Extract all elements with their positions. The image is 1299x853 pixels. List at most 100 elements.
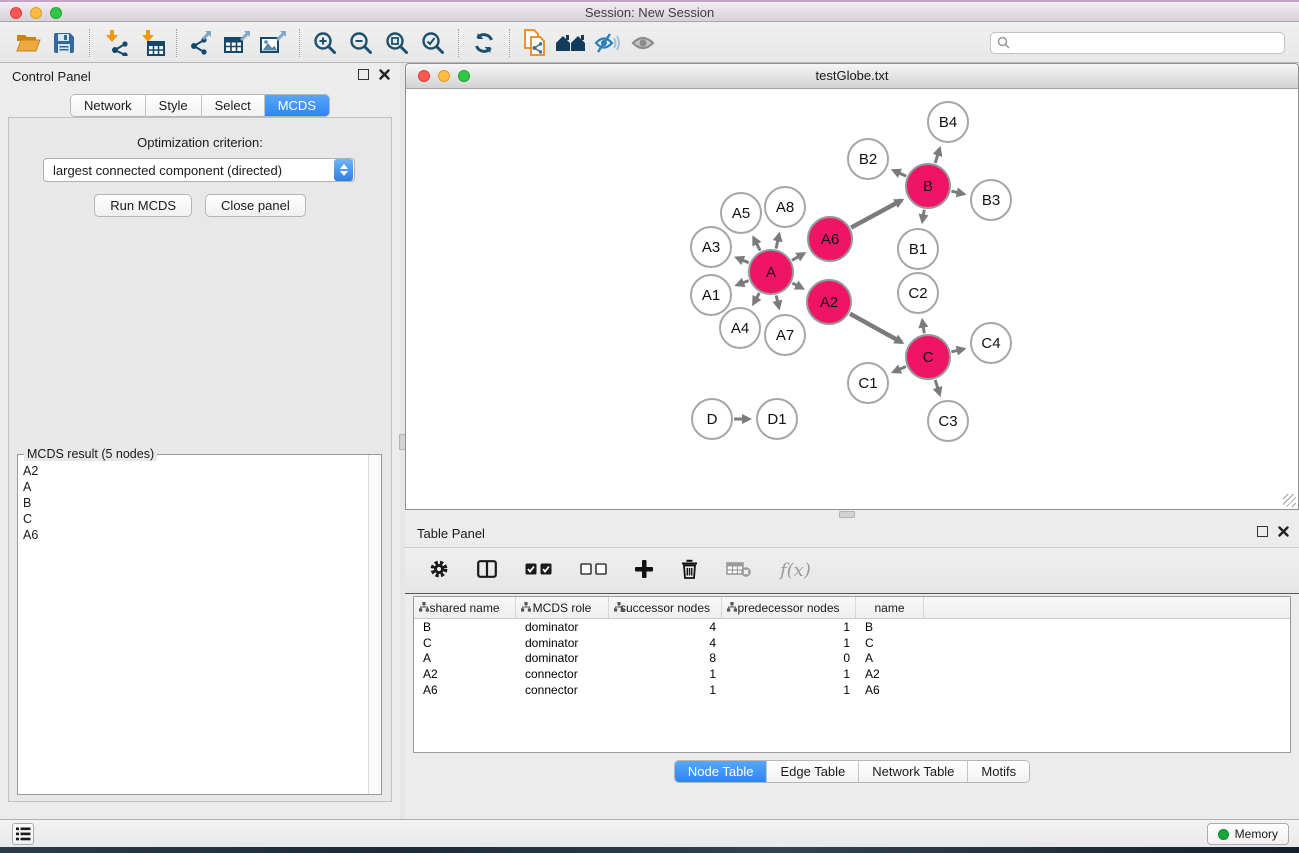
- table-cell[interactable]: 4: [609, 636, 722, 650]
- graph-edge-C-C4[interactable]: [951, 349, 963, 352]
- table-cell[interactable]: 1: [722, 636, 856, 650]
- import-table-button[interactable]: [133, 26, 169, 60]
- graph-edge-B-B3[interactable]: [951, 191, 963, 194]
- export-network-button[interactable]: [184, 26, 220, 60]
- add-column-button[interactable]: [635, 560, 653, 581]
- search-input[interactable]: [1015, 36, 1278, 50]
- graph-edge-B-B4[interactable]: [935, 149, 939, 163]
- table-cell[interactable]: C: [856, 636, 924, 650]
- graph-node-A[interactable]: A: [748, 249, 794, 295]
- memory-button[interactable]: Memory: [1207, 823, 1289, 845]
- clone-network-button[interactable]: [517, 26, 553, 60]
- table-cell[interactable]: A6: [856, 683, 924, 697]
- graph-node-A8[interactable]: A8: [764, 186, 806, 228]
- result-item[interactable]: B: [19, 495, 367, 511]
- graph-edge-B-B2[interactable]: [894, 170, 907, 176]
- graph-node-A2[interactable]: A2: [806, 279, 852, 325]
- show-all-networks-button[interactable]: [553, 26, 589, 60]
- graph-edge-C-C1[interactable]: [894, 367, 906, 372]
- delete-column-button[interactable]: [681, 559, 698, 582]
- import-network-button[interactable]: [97, 26, 133, 60]
- tab-edge-table[interactable]: Edge Table: [767, 761, 859, 782]
- tab-mcds[interactable]: MCDS: [265, 95, 329, 116]
- show-graphics-button[interactable]: [625, 26, 661, 60]
- network-window-titlebar[interactable]: testGlobe.txt: [406, 64, 1298, 89]
- table-row[interactable]: Adominator80A: [414, 651, 1290, 667]
- table-cell[interactable]: C: [414, 636, 516, 650]
- graph-edge-A-A1[interactable]: [737, 281, 748, 285]
- table-row[interactable]: A6connector11A6: [414, 682, 1290, 698]
- zoom-in-button[interactable]: [307, 26, 343, 60]
- open-session-button[interactable]: [10, 26, 46, 60]
- table-cell[interactable]: A6: [414, 683, 516, 697]
- mcds-result-list[interactable]: A2ABCA6: [19, 460, 367, 793]
- tab-select[interactable]: Select: [202, 95, 265, 116]
- graph-edge-A-A5[interactable]: [754, 238, 760, 251]
- table-cell[interactable]: B: [414, 620, 516, 634]
- graph-node-B2[interactable]: B2: [847, 138, 889, 180]
- unselect-all-columns-button[interactable]: [580, 563, 607, 578]
- zoom-selected-button[interactable]: [415, 26, 451, 60]
- tab-motifs[interactable]: Motifs: [968, 761, 1029, 782]
- graph-node-A5[interactable]: A5: [720, 192, 762, 234]
- table-row[interactable]: A2connector11A2: [414, 666, 1290, 682]
- result-item[interactable]: A: [19, 479, 367, 495]
- close-panel-icon[interactable]: [379, 69, 390, 80]
- graph-edge-A-A2[interactable]: [792, 283, 802, 288]
- graph-node-B1[interactable]: B1: [897, 228, 939, 270]
- window-resize-handle[interactable]: [1283, 494, 1296, 507]
- graph-node-B4[interactable]: B4: [927, 101, 969, 143]
- column-header-predecessor-nodes[interactable]: predecessor nodes: [722, 597, 856, 618]
- delete-table-button[interactable]: [726, 561, 752, 580]
- table-cell[interactable]: connector: [516, 683, 609, 697]
- graph-node-D[interactable]: D: [691, 398, 733, 440]
- task-history-button[interactable]: [12, 823, 34, 845]
- graph-edge-B-B1[interactable]: [922, 210, 924, 222]
- run-mcds-button[interactable]: Run MCDS: [94, 194, 192, 217]
- table-cell[interactable]: 1: [722, 620, 856, 634]
- table-cell[interactable]: dominator: [516, 651, 609, 665]
- column-header-name[interactable]: name: [856, 597, 924, 618]
- network-canvas[interactable]: AA1A2A3A4A5A6A7A8BB1B2B3B4CC1C2C3C4DD1: [406, 90, 1298, 509]
- table-cell[interactable]: B: [856, 620, 924, 634]
- graph-edge-C-C2[interactable]: [922, 321, 924, 334]
- function-builder-button[interactable]: f(x): [780, 560, 811, 581]
- graph-node-C4[interactable]: C4: [970, 322, 1012, 364]
- table-cell[interactable]: 4: [609, 620, 722, 634]
- column-header-shared-name[interactable]: shared name: [414, 597, 516, 618]
- result-item[interactable]: A6: [19, 527, 367, 543]
- table-settings-button[interactable]: [429, 559, 449, 582]
- table-cell[interactable]: 0: [722, 651, 856, 665]
- graph-node-C2[interactable]: C2: [897, 272, 939, 314]
- graph-node-B[interactable]: B: [905, 163, 951, 209]
- column-header-successor-nodes[interactable]: successor nodes: [609, 597, 722, 618]
- graph-edge-A-A4[interactable]: [754, 293, 760, 304]
- table-cell[interactable]: 8: [609, 651, 722, 665]
- table-cell[interactable]: dominator: [516, 620, 609, 634]
- table-row[interactable]: Cdominator41C: [414, 635, 1290, 651]
- graph-node-A6[interactable]: A6: [807, 216, 853, 262]
- float-panel-icon[interactable]: [358, 69, 369, 80]
- graph-node-A3[interactable]: A3: [690, 226, 732, 268]
- result-item[interactable]: C: [19, 511, 367, 527]
- graph-node-C1[interactable]: C1: [847, 362, 889, 404]
- graph-edge-A6-B[interactable]: [851, 200, 902, 227]
- horizontal-split-divider[interactable]: [405, 510, 1299, 520]
- table-cell[interactable]: 1: [609, 683, 722, 697]
- save-session-button[interactable]: [46, 26, 82, 60]
- graph-edge-A-A7[interactable]: [776, 295, 779, 307]
- graph-edge-A2-C[interactable]: [850, 314, 902, 343]
- graph-node-A7[interactable]: A7: [764, 314, 806, 356]
- tab-node-table[interactable]: Node Table: [675, 761, 768, 782]
- table-cell[interactable]: A2: [414, 667, 516, 681]
- zoom-out-button[interactable]: [343, 26, 379, 60]
- graph-edge-C-C3[interactable]: [935, 380, 939, 394]
- hide-graphics-button[interactable]: [589, 26, 625, 60]
- table-cell[interactable]: A: [414, 651, 516, 665]
- float-panel-icon[interactable]: [1257, 526, 1268, 537]
- search-field[interactable]: [990, 32, 1285, 54]
- table-cell[interactable]: 1: [609, 667, 722, 681]
- graph-node-C[interactable]: C: [905, 334, 951, 380]
- graph-node-D1[interactable]: D1: [756, 398, 798, 440]
- table-row[interactable]: Bdominator41B: [414, 619, 1290, 635]
